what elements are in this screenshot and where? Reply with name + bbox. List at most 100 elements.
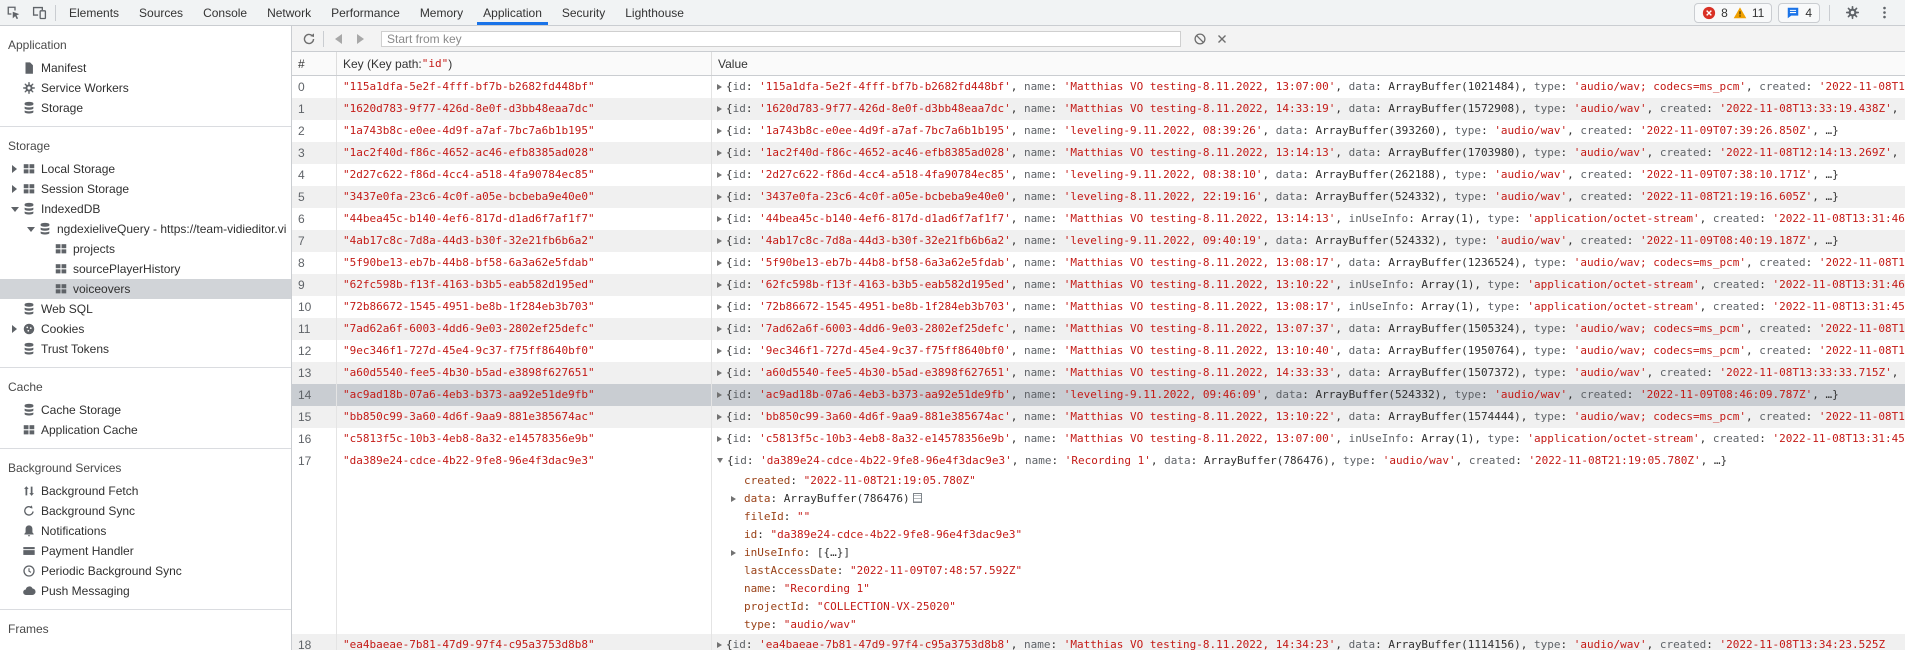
- value-preview: {id: '72b86672-1545-4951-be8b-1f284eb3b7…: [717, 296, 1905, 318]
- sidebar-item-cookies[interactable]: Cookies: [0, 319, 291, 339]
- row-number: 11: [292, 318, 337, 340]
- table-row[interactable]: 15"bb850c99-3a60-4d6f-9aa9-881e385674ac"…: [292, 406, 1905, 428]
- table-row[interactable]: 4"2d27c622-f86d-4cc4-a518-4fa90784ec85"{…: [292, 164, 1905, 186]
- table-row[interactable]: 7"4ab17c8c-7d8a-44d3-b30f-32e21fb6b6a2"{…: [292, 230, 1905, 252]
- expand-triangle-icon[interactable]: [717, 260, 722, 266]
- expand-triangle-icon[interactable]: [717, 106, 722, 112]
- expand-triangle-icon[interactable]: [731, 490, 744, 508]
- inspect-element-icon[interactable]: [0, 1, 26, 25]
- sidebar-item-push-messaging[interactable]: Push Messaging: [0, 581, 291, 601]
- refresh-icon[interactable]: [298, 29, 320, 49]
- expand-triangle-icon[interactable]: [717, 304, 722, 310]
- sidebar-item-trust-tokens[interactable]: Trust Tokens: [0, 339, 291, 359]
- expand-triangle-icon[interactable]: [717, 84, 722, 90]
- sidebar-item-notifications[interactable]: Notifications: [0, 521, 291, 541]
- settings-gear-icon[interactable]: [1839, 1, 1865, 25]
- table-row[interactable]: 8"5f90be13-eb7b-44b8-bf58-6a3a62e5fdab"{…: [292, 252, 1905, 274]
- sidebar-item-session-storage[interactable]: Session Storage: [0, 179, 291, 199]
- tab-memory[interactable]: Memory: [410, 0, 473, 25]
- messages-badge[interactable]: 4: [1778, 3, 1820, 23]
- chevron-down-icon[interactable]: [8, 207, 21, 212]
- triangle: [12, 185, 17, 193]
- expand-triangle-icon[interactable]: [717, 150, 722, 156]
- sidebar-item-storage[interactable]: Storage: [0, 98, 291, 118]
- table-row[interactable]: 9"62fc598b-f13f-4163-b3b5-eab582d195ed"{…: [292, 274, 1905, 296]
- row-value: {id: '72b86672-1545-4951-be8b-1f284eb3b7…: [712, 296, 1905, 318]
- chevron-right-icon[interactable]: [8, 325, 21, 333]
- sidebar-item-periodic-background-sync[interactable]: Periodic Background Sync: [0, 561, 291, 581]
- prev-page-button[interactable]: [327, 29, 349, 49]
- row-key: "1620d783-9f77-426d-8e0f-d3bb48eaa7dc": [337, 98, 712, 120]
- delete-selected-icon[interactable]: [1211, 29, 1233, 49]
- sidebar-item-service-workers[interactable]: Service Workers: [0, 78, 291, 98]
- errors-warnings-badge[interactable]: 8 11: [1694, 3, 1772, 23]
- sidebar-item-sourceplayerhistory[interactable]: sourcePlayerHistory: [0, 259, 291, 279]
- tab-lighthouse[interactable]: Lighthouse: [615, 0, 694, 25]
- sidebar-item-background-sync[interactable]: Background Sync: [0, 501, 291, 521]
- buffer-icon[interactable]: [913, 493, 922, 503]
- expand-triangle-icon[interactable]: [717, 392, 722, 398]
- tab-performance[interactable]: Performance: [321, 0, 410, 25]
- row-key: "9ec346f1-727d-45e4-9c37-f75ff8640bf0": [337, 340, 712, 362]
- expand-triangle-icon[interactable]: [717, 370, 722, 376]
- row-number: 12: [292, 340, 337, 362]
- expand-triangle-icon[interactable]: [717, 326, 722, 332]
- sidebar-item-background-fetch[interactable]: Background Fetch: [0, 481, 291, 501]
- expand-triangle-icon[interactable]: [717, 128, 722, 134]
- expand-triangle-icon[interactable]: [717, 194, 722, 200]
- table-row[interactable]: 14"ac9ad18b-07a6-4eb3-b373-aa92e51de9fb"…: [292, 384, 1905, 406]
- tab-application[interactable]: Application: [473, 0, 552, 25]
- clear-object-store-icon[interactable]: [1189, 29, 1211, 49]
- chevron-down-icon[interactable]: [24, 227, 37, 232]
- expand-triangle-icon[interactable]: [717, 238, 722, 244]
- expand-triangle-icon[interactable]: [717, 348, 722, 354]
- row-value: {id: '115a1dfa-5e2f-4fff-bf7b-b2682fd448…: [712, 76, 1905, 98]
- expand-triangle-icon[interactable]: [731, 544, 744, 562]
- tab-elements[interactable]: Elements: [59, 0, 129, 25]
- sidebar-item-voiceovers[interactable]: voiceovers: [0, 279, 291, 299]
- sidebar-item-indexeddb[interactable]: IndexedDB: [0, 199, 291, 219]
- table-row[interactable]: 0"115a1dfa-5e2f-4fff-bf7b-b2682fd448bf"{…: [292, 76, 1905, 98]
- table-row[interactable]: 18"ea4baeae-7b81-47d9-97f4-c95a3753d8b8"…: [292, 634, 1905, 650]
- sidebar-item-ngdexielivequery-https-team-vidieditor-vi[interactable]: ngdexieliveQuery - https://team-vidiedit…: [0, 219, 291, 239]
- table-row[interactable]: 16"c5813f5c-10b3-4eb8-8a32-e14578356e9b"…: [292, 428, 1905, 450]
- expand-triangle-icon[interactable]: [717, 642, 722, 648]
- back-arrow-icon: [335, 34, 342, 44]
- table-row[interactable]: 13"a60d5540-fee5-4b30-b5ad-e3898f627651"…: [292, 362, 1905, 384]
- sidebar-item-local-storage[interactable]: Local Storage: [0, 159, 291, 179]
- sidebar-item-web-sql[interactable]: Web SQL: [0, 299, 291, 319]
- device-toolbar-icon[interactable]: [26, 1, 52, 25]
- tab-console[interactable]: Console: [193, 0, 257, 25]
- expand-triangle-icon[interactable]: [717, 282, 722, 288]
- value-preview: {id: '5f90be13-eb7b-44b8-bf58-6a3a62e5fd…: [717, 252, 1905, 274]
- table-row[interactable]: 10"72b86672-1545-4951-be8b-1f284eb3b703"…: [292, 296, 1905, 318]
- collapse-triangle-icon[interactable]: [717, 458, 723, 463]
- start-from-key-input[interactable]: [381, 31, 1181, 47]
- table-row[interactable]: 17"da389e24-cdce-4b22-9fe8-96e4f3dac9e3"…: [292, 450, 1905, 634]
- value-preview: {id: 'da389e24-cdce-4b22-9fe8-96e4f3dac9…: [717, 450, 1905, 472]
- sidebar-item-application-cache[interactable]: Application Cache: [0, 420, 291, 440]
- table-row[interactable]: 1"1620d783-9f77-426d-8e0f-d3bb48eaa7dc"{…: [292, 98, 1905, 120]
- sidebar-item-manifest[interactable]: Manifest: [0, 58, 291, 78]
- tab-sources[interactable]: Sources: [129, 0, 193, 25]
- table-row[interactable]: 3"1ac2f40d-f86c-4652-ac46-efb8385ad028"{…: [292, 142, 1905, 164]
- chevron-right-icon[interactable]: [8, 165, 21, 173]
- expand-triangle-icon[interactable]: [717, 414, 722, 420]
- kebab-menu-icon[interactable]: [1871, 1, 1897, 25]
- tab-network[interactable]: Network: [257, 0, 321, 25]
- table-row[interactable]: 11"7ad62a6f-6003-4dd6-9e03-2802ef25defc"…: [292, 318, 1905, 340]
- table-row[interactable]: 6"44bea45c-b140-4ef6-817d-d1ad6f7af1f7"{…: [292, 208, 1905, 230]
- tab-security[interactable]: Security: [552, 0, 615, 25]
- next-page-button[interactable]: [349, 29, 371, 49]
- expand-triangle-icon[interactable]: [717, 216, 722, 222]
- expand-triangle-icon[interactable]: [717, 172, 722, 178]
- expand-triangle-icon[interactable]: [717, 436, 722, 442]
- sidebar-item-projects[interactable]: projects: [0, 239, 291, 259]
- sidebar-item-payment-handler[interactable]: Payment Handler: [0, 541, 291, 561]
- chevron-right-icon[interactable]: [8, 185, 21, 193]
- table-row[interactable]: 12"9ec346f1-727d-45e4-9c37-f75ff8640bf0"…: [292, 340, 1905, 362]
- table-row[interactable]: 2"1a743b8c-e0ee-4d9f-a7af-7bc7a6b1b195"{…: [292, 120, 1905, 142]
- sidebar-item-cache-storage[interactable]: Cache Storage: [0, 400, 291, 420]
- table-row[interactable]: 5"3437e0fa-23c6-4c0f-a05e-bcbeba9e40e0"{…: [292, 186, 1905, 208]
- divider: [323, 31, 324, 47]
